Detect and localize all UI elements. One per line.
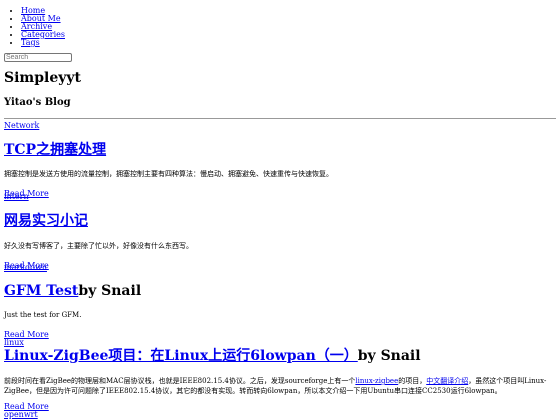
post-item: Network TCP之拥塞处理 拥塞控制是发送方使用的流量控制，拥塞控制主要有… <box>4 122 556 198</box>
post-excerpt: 拥塞控制是发送方使用的流量控制，拥塞控制主要有四种算法：慢启动、拥塞避免、快速重… <box>4 170 333 178</box>
post-category-link[interactable]: markdown <box>4 264 556 272</box>
nav-item-tags: Tags <box>21 39 65 47</box>
post-byline: by Snail <box>78 283 142 299</box>
site-subtitle: Yitao's Blog <box>4 97 71 108</box>
nav-link-tags[interactable]: Tags <box>21 38 40 47</box>
main-nav: Home About Me Archive Categories Tags <box>10 7 65 47</box>
post-category-link[interactable]: intern <box>4 193 556 201</box>
post-byline: by Snail <box>357 348 421 364</box>
post-title: TCP之拥塞处理 <box>4 142 556 158</box>
post-title-link[interactable]: TCP之拥塞处理 <box>4 142 106 158</box>
post-title: Linux-ZigBee项目：在Linux上运行6lowpan（一）by Sna… <box>4 348 556 364</box>
read-more-link[interactable]: Read More <box>4 403 556 411</box>
post-item: intern 网易实习小记 好久没有写博客了，主要除了忙以外，好像没有什么东西写… <box>4 193 556 270</box>
post-category-link[interactable]: openwrt <box>4 411 556 419</box>
linux-zigbee-link[interactable]: linux-zigbee <box>355 377 398 385</box>
post-excerpt: 前段时间在看ZigBee的物理层和MAC层协议栈，也就是IEEE802.15.4… <box>4 377 547 395</box>
post-item: markdown GFM Testby Snail Just the test … <box>4 264 556 347</box>
post-item: Linux-ZigBee项目：在Linux上运行6lowpan（一）by Sna… <box>4 348 556 419</box>
header-divider <box>4 118 556 119</box>
read-more-link[interactable]: Read More <box>4 331 556 339</box>
post-excerpt: 好久没有写博客了，主要除了忙以外，好像没有什么东西写。 <box>4 242 193 250</box>
post-title-link[interactable]: GFM Test <box>4 283 78 299</box>
post-category-link[interactable]: Network <box>4 122 556 130</box>
post-excerpt: Just the test for GFM. <box>4 311 82 319</box>
post-title: 网易实习小记 <box>4 213 556 229</box>
post-title-link[interactable]: Linux-ZigBee项目：在Linux上运行6lowpan（一） <box>4 348 358 364</box>
post-title: GFM Testby Snail <box>4 283 556 299</box>
search-input[interactable]: Search <box>4 53 72 62</box>
chinese-translation-link[interactable]: 中文翻译介绍 <box>426 377 468 385</box>
post-title-link[interactable]: 网易实习小记 <box>4 213 88 229</box>
site-title: Simpleyyt <box>4 70 81 86</box>
post-category-link[interactable]: linux <box>4 339 556 347</box>
